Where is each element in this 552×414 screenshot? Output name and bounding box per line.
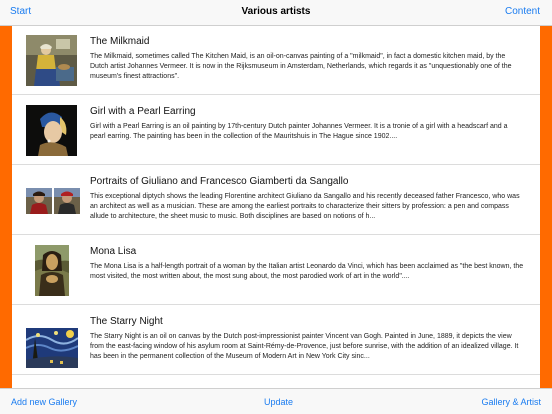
painting-description: The Starry Night is an oil on canvas by … (90, 333, 519, 360)
left-accent-bar (0, 26, 12, 388)
navigation-bar: Start Various artists Content (0, 0, 552, 26)
painting-title: Portraits of Giuliano and Francesco Giam… (90, 176, 349, 187)
gallery-artist-button[interactable]: Gallery & Artist (481, 397, 541, 407)
painting-description: The Mona Lisa is a half-length portrait … (90, 263, 524, 280)
painting-title: Mona Lisa (90, 246, 137, 257)
sangallo-thumbnail (26, 175, 80, 226)
bottom-toolbar: Add new Gallery Update Gallery & Artist (0, 388, 552, 414)
painting-list[interactable]: The Milkmaid The Milkmaid, sometimes cal… (12, 26, 540, 388)
girl-pearl-earring-thumbnail (26, 105, 77, 156)
list-item-milkmaid[interactable]: The Milkmaid The Milkmaid, sometimes cal… (12, 26, 540, 95)
painting-description: The Milkmaid, sometimes called The Kitch… (90, 53, 512, 80)
list-item-girl-pearl-earring[interactable]: Girl with a Pearl Earring Girl with a Pe… (12, 96, 540, 165)
right-accent-bar (540, 26, 552, 388)
milkmaid-thumbnail (26, 35, 77, 86)
page-title: Various artists (241, 6, 311, 17)
list-item-mona-lisa[interactable]: Mona Lisa The Mona Lisa is a half-length… (12, 236, 540, 305)
content-button[interactable]: Content (505, 6, 540, 17)
painting-title: Girl with a Pearl Earring (90, 106, 196, 117)
painting-title: The Starry Night (90, 316, 163, 327)
starry-night-thumbnail (26, 328, 78, 368)
add-new-gallery-button[interactable]: Add new Gallery (11, 397, 77, 407)
painting-title: The Milkmaid (90, 36, 150, 47)
update-button[interactable]: Update (264, 397, 293, 407)
list-item-sangallo[interactable]: Portraits of Giuliano and Francesco Giam… (12, 166, 540, 235)
painting-description: This exceptional diptych shows the leadi… (90, 193, 520, 220)
mona-lisa-thumbnail (26, 245, 77, 296)
list-item-starry-night[interactable]: The Starry Night The Starry Night is an … (12, 306, 540, 375)
painting-description: Girl with a Pearl Earring is an oil pain… (90, 123, 508, 140)
